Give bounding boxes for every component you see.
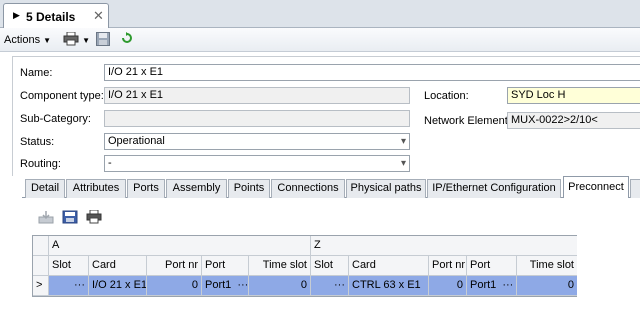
document-title: 5 Details (26, 10, 76, 24)
component-type-field: I/O 21 x E1 (104, 87, 410, 104)
expand-icon[interactable]: ▶ (13, 10, 20, 21)
print-button[interactable]: ▼ (63, 31, 90, 48)
tab-detail[interactable]: Detail (25, 179, 65, 198)
cell-a-port-nr[interactable]: 0 (147, 276, 202, 296)
col-z-port[interactable]: Port (467, 256, 517, 276)
document-tab-strip: ▶ 5 Details ✕ (0, 0, 640, 29)
tab-physical-paths[interactable]: Physical paths (346, 179, 426, 198)
location-field[interactable]: SYD Loc H (507, 87, 640, 104)
row-header-corner (33, 256, 49, 276)
col-z-slot[interactable]: Slot (311, 256, 349, 276)
cell-z-port[interactable]: Port1 ··· (467, 276, 517, 296)
refresh-button[interactable] (121, 32, 133, 48)
tab-points[interactable]: Points (228, 179, 270, 198)
tab-assembly[interactable]: Assembly (166, 179, 227, 198)
sub-category-field (104, 110, 410, 127)
sub-category-label: Sub-Category: (20, 113, 91, 125)
close-icon[interactable]: ✕ (93, 8, 104, 24)
cell-a-port[interactable]: Port1 ··· (202, 276, 249, 296)
actions-label: Actions (4, 34, 41, 46)
detail-tabs: Detail Attributes Ports Assembly Points … (22, 176, 640, 198)
col-z-time-slot[interactable]: Time slot (517, 256, 577, 276)
cell-a-time-slot[interactable]: 0 (249, 276, 311, 296)
cell-z-port-nr[interactable]: 0 (429, 276, 467, 296)
routing-label: Routing: (20, 158, 61, 170)
tab-ports[interactable]: Ports (127, 179, 165, 198)
col-a-port[interactable]: Port (202, 256, 249, 276)
col-a-port-nr[interactable]: Port nr (147, 256, 202, 276)
tab-overflow[interactable] (630, 179, 640, 198)
chevron-down-icon: ▼ (82, 36, 90, 45)
tab-connections[interactable]: Connections (271, 179, 345, 198)
col-z-card[interactable]: Card (349, 256, 429, 276)
chevron-down-icon: ▼ (43, 36, 52, 45)
cell-z-slot[interactable]: ··· (311, 276, 349, 296)
cell-a-port-value: Port1 (205, 279, 232, 291)
status-label: Status: (20, 136, 55, 148)
routing-select[interactable]: - (104, 155, 410, 172)
document-tab[interactable]: ▶ 5 Details ✕ (3, 3, 109, 29)
name-label: Name: (20, 67, 53, 79)
col-a-time-slot[interactable]: Time slot (249, 256, 311, 276)
col-a-slot[interactable]: Slot (49, 256, 89, 276)
cell-z-port-ellipsis[interactable]: ··· (502, 279, 513, 291)
cell-z-port-value: Port1 (470, 279, 497, 291)
cell-z-card[interactable]: CTRL 63 x E1 (349, 276, 429, 296)
save-icon (96, 32, 110, 46)
location-label: Location: (424, 90, 469, 102)
group-z-header: Z (311, 236, 577, 256)
print-icon (63, 31, 79, 46)
print-grid-icon[interactable] (86, 210, 102, 224)
save-grid-icon[interactable] (62, 210, 78, 224)
group-a-header: A (49, 236, 311, 256)
toolbar: Actions ▼ ▼ (0, 28, 640, 52)
cell-a-port-ellipsis[interactable]: ··· (237, 279, 248, 291)
component-type-label: Component type: (20, 90, 104, 102)
export-icon[interactable] (38, 210, 54, 224)
tab-attributes[interactable]: Attributes (66, 179, 126, 198)
grid-corner (33, 236, 49, 256)
cell-a-slot[interactable]: ··· (49, 276, 89, 296)
col-a-card[interactable]: Card (89, 256, 147, 276)
network-element-field: MUX-0022>2/10< (507, 112, 640, 129)
tab-preconnect[interactable]: Preconnect (563, 176, 629, 198)
col-z-port-nr[interactable]: Port nr (429, 256, 467, 276)
network-element-label: Network Element: (424, 115, 511, 127)
tab-ip-ethernet-configuration[interactable]: IP/Ethernet Configuration (427, 179, 561, 198)
save-button[interactable] (96, 32, 110, 48)
cell-z-time-slot[interactable]: 0 (517, 276, 577, 296)
row-selector[interactable]: > (33, 276, 49, 296)
status-select[interactable]: Operational (104, 133, 410, 150)
cell-a-card[interactable]: I/O 21 x E1 (89, 276, 147, 296)
refresh-icon (122, 32, 132, 43)
preconnect-grid: A Z Slot Card Port nr Port Time slot Slo… (32, 235, 577, 297)
name-field[interactable]: I/O 21 x E1 (104, 64, 640, 81)
actions-menu[interactable]: Actions ▼ (4, 32, 51, 48)
